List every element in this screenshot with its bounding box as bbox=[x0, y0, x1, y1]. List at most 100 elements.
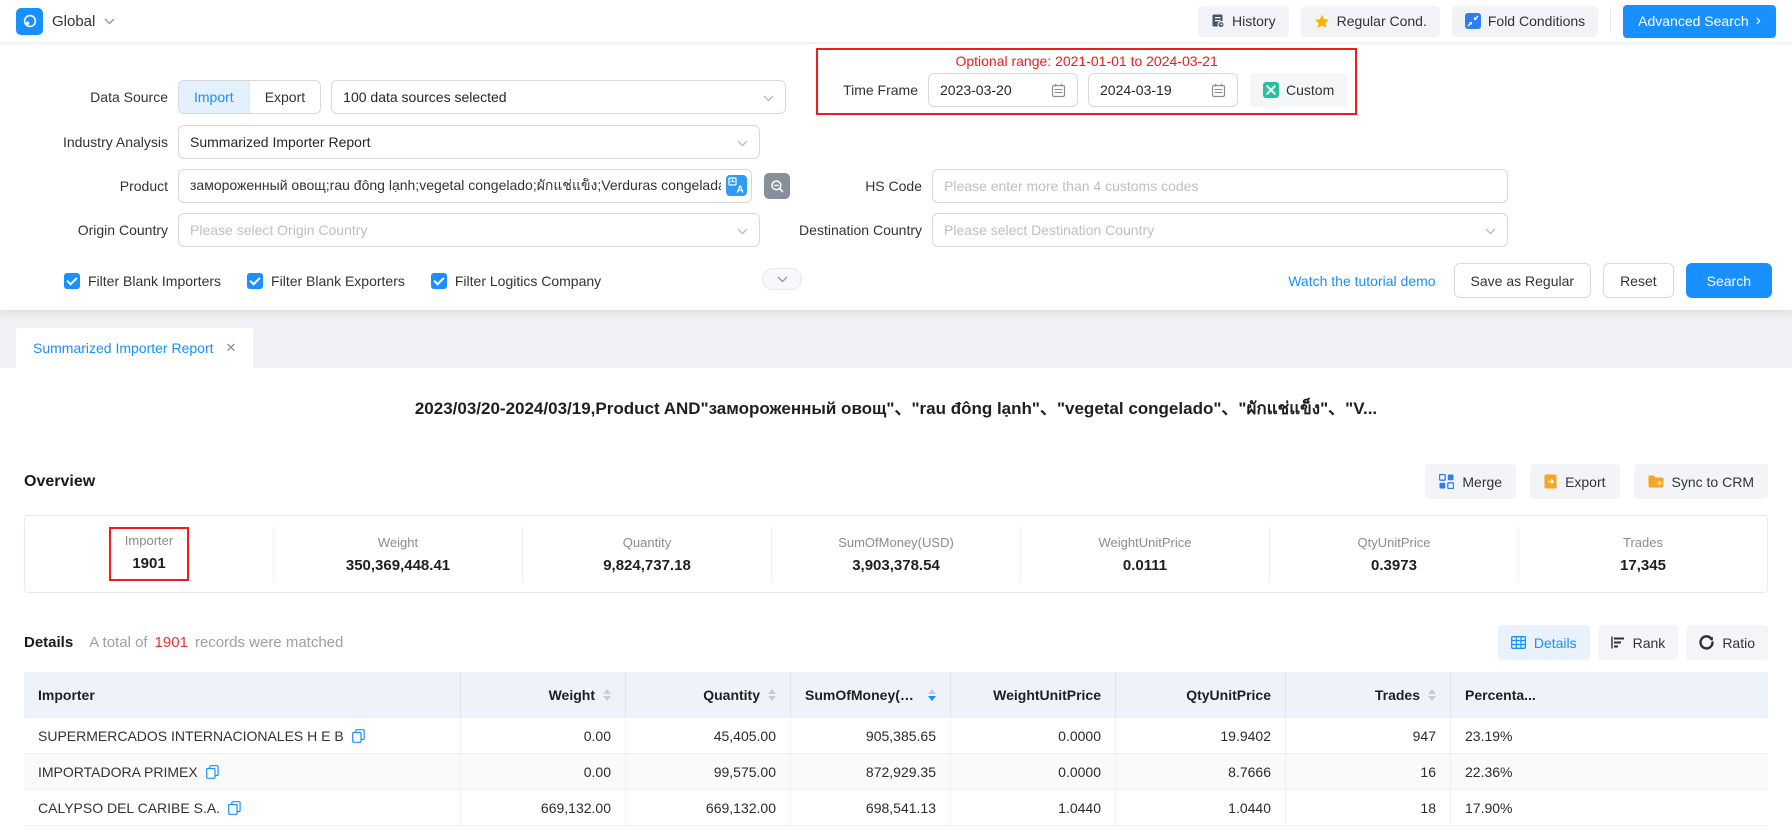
cell-weight-unit-price: 0.0000 bbox=[950, 754, 1115, 789]
annotation-box-importer: Importer 1901 bbox=[109, 527, 189, 581]
advanced-search-button[interactable]: Advanced Search › bbox=[1623, 5, 1776, 38]
form-footer: Filter Blank Importers Filter Blank Expo… bbox=[20, 263, 1772, 298]
data-source-toggle: Import Export bbox=[178, 80, 321, 114]
overview-actions: Merge Export Sync to CRM bbox=[1425, 464, 1768, 499]
column-header-sum-of-money[interactable]: SumOfMoney(U... bbox=[790, 672, 950, 717]
filter-logitics-company-checkbox[interactable]: Filter Logitics Company bbox=[431, 273, 601, 289]
table-row: CALYPSO DEL CARIBE S.A. 669,132.00 669,1… bbox=[24, 789, 1768, 825]
tab-summarized-importer-report[interactable]: Summarized Importer Report ✕ bbox=[16, 328, 253, 368]
origin-country-select[interactable]: Please select Origin Country bbox=[178, 213, 760, 247]
import-toggle[interactable]: Import bbox=[179, 81, 249, 113]
ratio-icon bbox=[1699, 635, 1714, 650]
merge-label: Merge bbox=[1462, 474, 1502, 490]
copy-icon[interactable] bbox=[206, 765, 219, 779]
query-title: 2023/03/20-2024/03/19,Product AND"заморо… bbox=[24, 394, 1768, 422]
view-ratio-label: Ratio bbox=[1722, 635, 1755, 651]
sync-to-crm-button[interactable]: Sync to CRM bbox=[1634, 464, 1768, 499]
topbar-divider bbox=[1610, 9, 1611, 33]
regular-cond-button[interactable]: Regular Cond. bbox=[1301, 6, 1440, 37]
overview-header: Overview Merge Export Sync to CRM bbox=[24, 464, 1768, 499]
copy-icon[interactable] bbox=[352, 729, 365, 743]
column-header-weight[interactable]: Weight bbox=[460, 672, 625, 717]
cell-qty-unit-price: 1.0440 bbox=[1115, 790, 1285, 825]
cell-importer: SUPERMERCADOS INTERNACIONALES H E B bbox=[24, 718, 460, 753]
collapse-form-button[interactable] bbox=[762, 268, 802, 290]
sync-to-crm-label: Sync to CRM bbox=[1672, 474, 1754, 490]
export-button[interactable]: Export bbox=[1530, 464, 1619, 499]
save-as-regular-button[interactable]: Save as Regular bbox=[1454, 263, 1592, 298]
topbar: Global History Regular Cond. Fold Condit… bbox=[0, 0, 1792, 42]
regular-cond-label: Regular Cond. bbox=[1337, 13, 1427, 29]
tutorial-demo-link[interactable]: Watch the tutorial demo bbox=[1288, 273, 1435, 289]
stat-value: 9,824,737.18 bbox=[603, 557, 691, 574]
start-date-input[interactable]: 2023-03-20 bbox=[928, 73, 1078, 107]
advanced-search-label: Advanced Search bbox=[1638, 13, 1749, 29]
column-header-weight-unit-price[interactable]: WeightUnitPrice bbox=[950, 672, 1115, 717]
details-header: Details A total of 1901 records were mat… bbox=[24, 625, 1768, 660]
column-header-trades[interactable]: Trades bbox=[1285, 672, 1450, 717]
view-details-button[interactable]: Details bbox=[1498, 625, 1590, 660]
view-rank-label: Rank bbox=[1633, 635, 1666, 651]
stat-label: Importer bbox=[125, 533, 173, 548]
end-date-input[interactable]: 2024-03-19 bbox=[1088, 73, 1238, 107]
total-count: 1901 bbox=[155, 634, 188, 651]
fold-conditions-button[interactable]: Fold Conditions bbox=[1452, 6, 1598, 37]
stat-value: 17,345 bbox=[1620, 557, 1666, 574]
chevron-down-icon bbox=[763, 89, 774, 105]
merge-button[interactable]: Merge bbox=[1425, 464, 1516, 499]
chevron-down-icon bbox=[737, 222, 748, 238]
view-ratio-button[interactable]: Ratio bbox=[1686, 625, 1768, 660]
stat-trades: Trades 17,345 bbox=[1518, 527, 1767, 581]
data-source-label: Data Source bbox=[20, 89, 168, 105]
column-header-qty-unit-price[interactable]: QtyUnitPrice bbox=[1115, 672, 1285, 717]
optional-range-text: Optional range: 2021-01-01 to 2024-03-21 bbox=[826, 51, 1347, 73]
sync-crm-icon bbox=[1648, 475, 1664, 488]
history-label: History bbox=[1232, 13, 1276, 29]
product-input[interactable] bbox=[190, 178, 721, 194]
export-toggle[interactable]: Export bbox=[249, 81, 320, 113]
cell-sum-of-money: 698,541.13 bbox=[790, 790, 950, 825]
overview-stats-card: Importer 1901 Weight 350,369,448.41 Quan… bbox=[24, 515, 1768, 593]
close-icon[interactable]: ✕ bbox=[226, 340, 237, 356]
stat-label: Weight bbox=[378, 535, 418, 550]
region-switcher[interactable]: Global bbox=[16, 8, 115, 35]
product-input-wrap: A bbox=[178, 169, 752, 203]
view-rank-button[interactable]: Rank bbox=[1598, 625, 1679, 660]
translate-icon[interactable]: A bbox=[726, 175, 747, 199]
cell-weight: 669,132.00 bbox=[460, 790, 625, 825]
industry-analysis-select[interactable]: Summarized Importer Report bbox=[178, 125, 760, 159]
custom-range-button[interactable]: Custom bbox=[1250, 73, 1347, 107]
cell-quantity: 45,405.00 bbox=[625, 718, 790, 753]
reset-button[interactable]: Reset bbox=[1603, 263, 1674, 298]
product-zoom-out-button[interactable] bbox=[764, 173, 790, 199]
details-table: Importer Weight Quantity SumOfMoney(U...… bbox=[24, 672, 1768, 826]
form-row-datasource-timeframe: Data Source Import Export 100 data sourc… bbox=[20, 48, 1772, 115]
history-button[interactable]: History bbox=[1198, 6, 1289, 37]
checkbox-checked-icon bbox=[247, 273, 263, 289]
sort-icon bbox=[1428, 689, 1436, 701]
custom-label: Custom bbox=[1286, 82, 1334, 98]
form-row-countries: Origin Country Please select Origin Coun… bbox=[20, 213, 1772, 247]
start-date-value: 2023-03-20 bbox=[940, 82, 1012, 98]
form-row-industry: Industry Analysis Summarized Importer Re… bbox=[20, 125, 1772, 159]
filter-blank-exporters-checkbox[interactable]: Filter Blank Exporters bbox=[247, 273, 405, 289]
cell-quantity: 99,575.00 bbox=[625, 754, 790, 789]
time-frame-row: Time Frame 2023-03-20 2024-03-19 Custom bbox=[826, 73, 1347, 107]
chevron-down-icon bbox=[737, 134, 748, 150]
cell-qty-unit-price: 19.9402 bbox=[1115, 718, 1285, 753]
tab-label: Summarized Importer Report bbox=[33, 340, 214, 356]
table-row: SUPERMERCADOS INTERNACIONALES H E B 0.00… bbox=[24, 717, 1768, 753]
filter-blank-importers-checkbox[interactable]: Filter Blank Importers bbox=[64, 273, 221, 289]
search-button[interactable]: Search bbox=[1686, 263, 1772, 298]
filter-blank-exporters-label: Filter Blank Exporters bbox=[271, 273, 405, 289]
chevron-down-icon bbox=[777, 276, 788, 283]
end-date-value: 2024-03-19 bbox=[1100, 82, 1172, 98]
cell-sum-of-money: 872,929.35 bbox=[790, 754, 950, 789]
column-header-quantity[interactable]: Quantity bbox=[625, 672, 790, 717]
copy-icon[interactable] bbox=[228, 801, 241, 815]
cell-importer: CALYPSO DEL CARIBE S.A. bbox=[24, 790, 460, 825]
data-sources-select[interactable]: 100 data sources selected bbox=[331, 80, 786, 114]
destination-country-select[interactable]: Please select Destination Country bbox=[932, 213, 1508, 247]
column-header-percentage[interactable]: Percenta... bbox=[1450, 672, 1768, 717]
hs-code-input[interactable] bbox=[944, 178, 1496, 194]
